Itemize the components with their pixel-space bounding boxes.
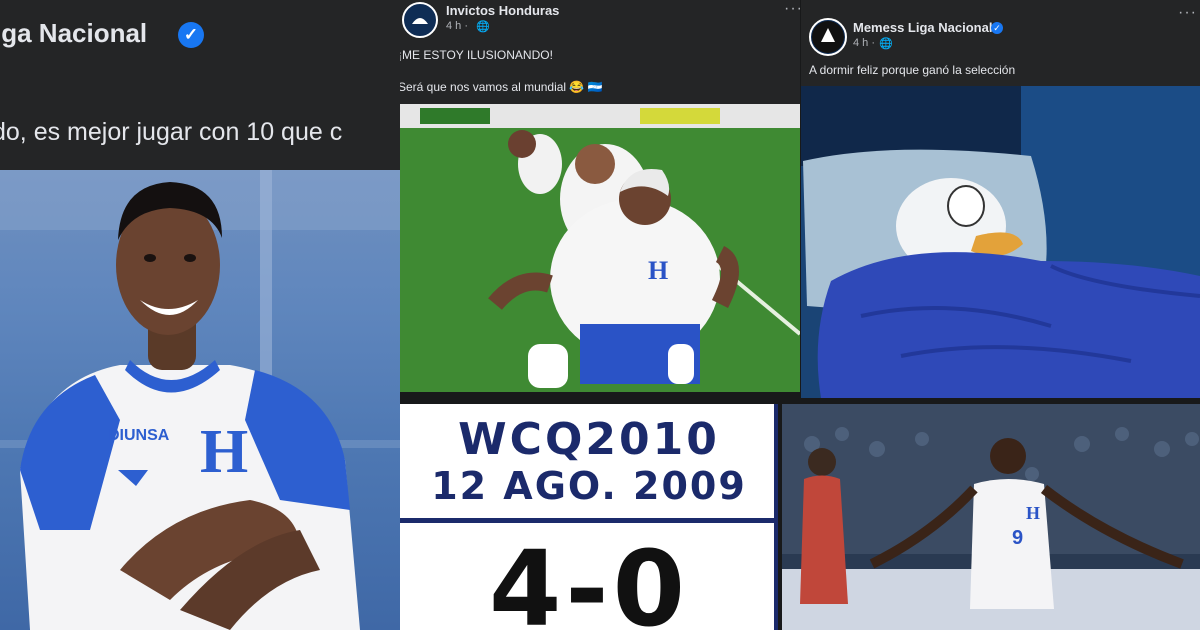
match-date: 12 AGO. 2009 [431,464,747,508]
post-time[interactable]: 4 h · [853,37,875,49]
score-card[interactable]: WCQ2010 12 AGO. 2009 4-0 [400,404,778,630]
svg-text:H: H [1026,503,1040,523]
verified-badge-icon: ✓ [991,22,1003,34]
page-title[interactable]: iga Nacional [0,18,147,49]
middle-post: Invictos Honduras 4 h · 🌐 ··· ¡ME ESTOY … [400,0,800,392]
post-text-line-2: Será que nos vamos al mundial 😂 🇭🇳 [400,80,603,94]
match-title: WCQ2010 [458,414,720,465]
match-score: 4-0 [489,528,689,630]
left-post: iga Nacional ✓ do, es mejor jugar con 10… [0,0,400,630]
right-post: Memess Liga Nacional ✓ 4 h · 🌐 ··· A dor… [801,0,1200,398]
post-text-line-1: ¡ME ESTOY ILUSIONANDO! [400,48,553,62]
page-avatar-icon[interactable] [402,2,438,38]
donald-sleeping-cartoon[interactable] [801,86,1200,398]
page-name[interactable]: Invictos Honduras [446,3,559,18]
more-options-icon[interactable]: ··· [1178,4,1197,22]
svg-text:H: H [648,256,668,285]
svg-text:H: H [200,418,248,486]
svg-text:9: 9 [1012,527,1023,549]
card-border [774,404,778,630]
svg-text:DIUNSA: DIUNSA [108,427,170,444]
post-text: do, es mejor jugar con 10 que c [0,118,343,146]
post-text-line-1: A dormir feliz porque ganó la selección [809,63,1016,77]
more-options-icon[interactable]: ··· [784,0,800,18]
player-illustration: H DIUNSA [0,170,400,630]
globe-icon: 🌐 [476,21,490,33]
verified-badge-icon: ✓ [178,22,204,48]
page-avatar-icon[interactable] [809,18,847,56]
celebration-photo[interactable]: 9 H [782,404,1200,630]
page-name[interactable]: Memess Liga Nacional [853,20,992,35]
post-time[interactable]: 4 h · [446,20,468,32]
divider [400,518,778,523]
globe-icon: 🌐 [879,38,893,50]
team-celebration-photo[interactable]: H [400,104,800,392]
player-photo[interactable]: H DIUNSA [0,170,400,630]
